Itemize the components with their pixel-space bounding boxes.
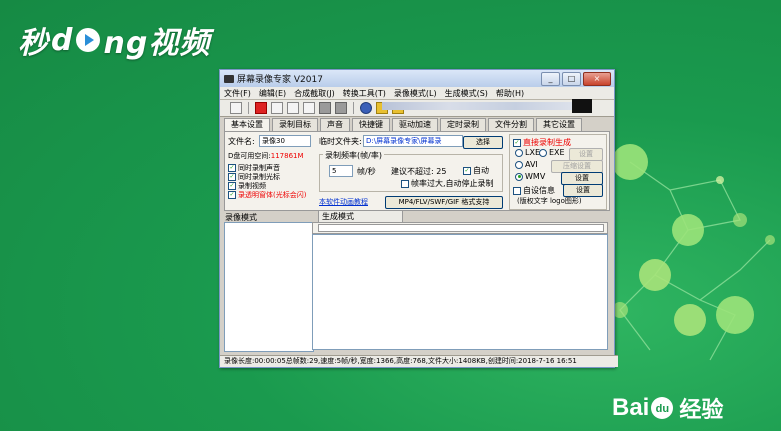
window-title: 屏幕录像专家 V2017 bbox=[237, 75, 323, 85]
menu-file[interactable]: 文件(F) bbox=[224, 88, 251, 99]
radio-lxe[interactable]: LXE bbox=[515, 148, 540, 157]
menu-bar: 文件(F) 编辑(E) 合成截取(J) 转换工具(T) 录像模式(L) 生成模式… bbox=[220, 87, 614, 100]
baidu-watermark: Bai du 经验 bbox=[612, 394, 724, 422]
checkbox-record-video[interactable]: 录制视频 bbox=[228, 182, 306, 191]
checkbox-icon[interactable] bbox=[513, 186, 521, 195]
tab-sound[interactable]: 声音 bbox=[320, 118, 350, 131]
app-icon bbox=[224, 74, 234, 83]
disk-space-label: D盘可用空间:117861M bbox=[228, 152, 304, 160]
fps-suggest: 建议不超过: 25 bbox=[391, 167, 447, 176]
maximize-button[interactable]: □ bbox=[562, 72, 581, 86]
menu-help[interactable]: 帮助(H) bbox=[496, 88, 524, 99]
radio-icon[interactable] bbox=[515, 172, 523, 181]
filename-label: 文件名: bbox=[228, 137, 255, 146]
checkbox-icon[interactable] bbox=[228, 173, 236, 181]
menu-edit[interactable]: 编辑(E) bbox=[259, 88, 286, 99]
tab-basic[interactable]: 基本设置 bbox=[224, 118, 270, 132]
stop-icon[interactable] bbox=[287, 102, 299, 114]
obscured-region bbox=[572, 99, 592, 113]
record-mode-list[interactable] bbox=[224, 222, 314, 352]
radio-exe[interactable]: EXE bbox=[539, 148, 565, 157]
title-bar[interactable]: 屏幕录像专家 V2017 _ □ × bbox=[220, 70, 614, 87]
checkbox-icon[interactable] bbox=[401, 179, 409, 188]
tab-split[interactable]: 文件分割 bbox=[488, 118, 534, 131]
checkbox-transparent-window[interactable]: 录透明窗体(光标会闪) bbox=[228, 191, 306, 200]
record-icon[interactable] bbox=[255, 102, 267, 114]
watermark-logo: 秒 d ng视频 bbox=[18, 22, 211, 62]
new-file-icon[interactable] bbox=[230, 102, 242, 114]
menu-record-mode[interactable]: 录像模式(L) bbox=[394, 88, 437, 99]
paw-icon: du bbox=[651, 397, 674, 419]
play-icon bbox=[76, 28, 101, 52]
gen-mode-tab[interactable]: 生成模式 bbox=[318, 210, 403, 222]
brush-icon[interactable] bbox=[335, 102, 347, 114]
filename-input[interactable]: 录像30 bbox=[259, 135, 311, 147]
fps-input[interactable]: 5 bbox=[329, 165, 353, 177]
app-window: 屏幕录像专家 V2017 _ □ × 文件(F) 编辑(E) 合成截取(J) 转… bbox=[219, 69, 618, 368]
radio-wmv[interactable]: WMV bbox=[515, 172, 545, 181]
checkbox-icon[interactable] bbox=[463, 166, 471, 175]
camera-icon[interactable] bbox=[319, 102, 331, 114]
auto-fps-checkbox[interactable]: 自动 bbox=[463, 165, 489, 176]
radio-avi[interactable]: AVI bbox=[515, 160, 538, 169]
minimize-button[interactable]: _ bbox=[541, 72, 560, 86]
menu-compose[interactable]: 合成截取(J) bbox=[294, 88, 335, 99]
tab-driver[interactable]: 驱动加速 bbox=[392, 118, 438, 131]
checkbox-icon[interactable] bbox=[513, 138, 521, 147]
checkbox-record-cursor[interactable]: 同时录制光标 bbox=[228, 173, 306, 182]
checkbox-icon[interactable] bbox=[228, 164, 236, 172]
temp-folder-input[interactable]: D:\屏幕录像专家\屏幕录 bbox=[363, 135, 463, 147]
tab-hotkeys[interactable]: 快捷键 bbox=[352, 118, 390, 131]
basic-settings-panel: 文件名: 录像30 临时文件夹: D:\屏幕录像专家\屏幕录 选择 D盘可用空间… bbox=[224, 131, 610, 211]
checkbox-icon[interactable] bbox=[228, 182, 236, 190]
radio-icon[interactable] bbox=[515, 160, 523, 169]
disk-space-value: 117861M bbox=[270, 152, 304, 160]
tab-other[interactable]: 其它设置 bbox=[536, 118, 582, 131]
radio-icon[interactable] bbox=[515, 148, 523, 157]
pause-icon[interactable] bbox=[271, 102, 283, 114]
tab-record-target[interactable]: 录制目标 bbox=[272, 118, 318, 131]
auto-info-checkbox[interactable]: 自设信息 bbox=[513, 185, 555, 196]
record-options: 同时录制声音 同时录制光标 录制视频 录透明窗体(光标会闪) bbox=[228, 164, 306, 200]
fps-group-label: 录制频率(帧/率) bbox=[323, 150, 384, 161]
auto-stop-checkbox[interactable]: 帧率过大,自动停止录制 bbox=[401, 178, 494, 189]
status-bar: 录像长度:00:00:05总帧数:29,速度:5帧/秒,宽度:1366,高度:7… bbox=[220, 355, 618, 367]
preview-area bbox=[312, 234, 608, 350]
copyright-label: (版权文字 logo图形) bbox=[517, 197, 582, 205]
blurred-region bbox=[382, 102, 582, 110]
direct-gen-checkbox[interactable]: 直接录制生成 bbox=[513, 137, 571, 148]
tab-schedule[interactable]: 定时录制 bbox=[440, 118, 486, 131]
radio-icon[interactable] bbox=[539, 148, 547, 157]
menu-convert[interactable]: 转换工具(T) bbox=[343, 88, 386, 99]
checkbox-icon[interactable] bbox=[228, 191, 236, 199]
settings-tabs: 基本设置 录制目标 声音 快捷键 驱动加速 定时录制 文件分割 其它设置 bbox=[224, 118, 582, 132]
globe-icon[interactable] bbox=[360, 102, 372, 114]
play-icon[interactable] bbox=[303, 102, 315, 114]
fps-unit: 帧/秒 bbox=[357, 167, 376, 176]
checkbox-record-sound[interactable]: 同时录制声音 bbox=[228, 164, 306, 173]
format-support-button[interactable]: MP4/FLV/SWF/GIF 格式支持 bbox=[385, 196, 503, 209]
menu-gen-mode[interactable]: 生成模式(S) bbox=[445, 88, 488, 99]
progress-bar bbox=[318, 224, 604, 232]
close-button[interactable]: × bbox=[583, 72, 611, 86]
generation-area: 生成模式 bbox=[312, 210, 608, 350]
tutorial-link[interactable]: 本软件动画教程 bbox=[319, 197, 368, 207]
choose-folder-button[interactable]: 选择 bbox=[463, 136, 503, 149]
temp-folder-label: 临时文件夹: bbox=[319, 137, 362, 146]
